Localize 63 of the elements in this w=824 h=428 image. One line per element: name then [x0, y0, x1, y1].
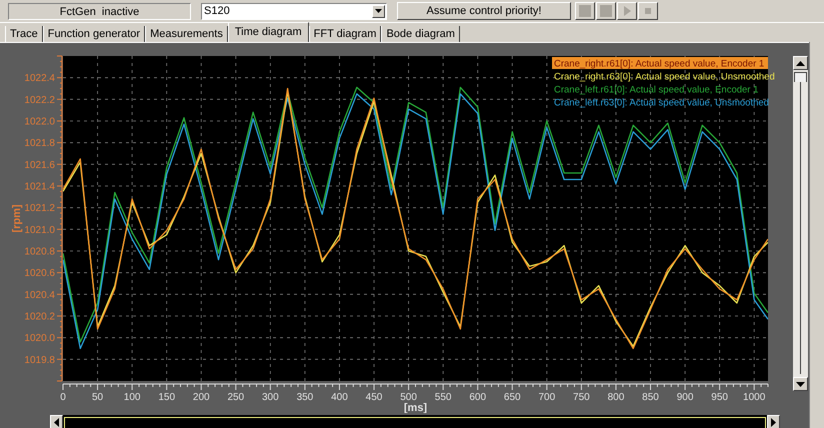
legend-item[interactable]: Crane_left.r63[0]: Actual speed value, Unsmoothed [554, 98, 769, 108]
x-tick-label: 150 [158, 392, 176, 403]
x-tick-label: 750 [573, 392, 590, 403]
tab[interactable]: Function generator [42, 26, 146, 42]
x-tick-label: 350 [296, 392, 314, 403]
square-icon [578, 4, 592, 18]
square-icon [599, 4, 613, 18]
tab[interactable]: FFT diagram [308, 26, 382, 42]
x-axis-label: [ms] [404, 402, 428, 413]
down-arrow-icon [796, 382, 805, 386]
horizontal-scrollbar[interactable] [50, 415, 780, 428]
y-tick-label: 1020.4 [24, 290, 55, 301]
y-tick-label: 1021.2 [24, 203, 55, 214]
x-tick-label: 1000 [743, 392, 766, 403]
x-tick-label: 600 [469, 392, 486, 403]
y-tick-label: 1021.8 [24, 138, 55, 150]
legend-item[interactable]: Crane_right.r61[0]: Actual speed value, Encoder 1 [552, 57, 768, 70]
y-tick-label: 1020.6 [24, 268, 55, 280]
x-tick-label: 400 [331, 392, 348, 403]
y-tick-label: 1021.6 [24, 160, 55, 171]
x-tick-label: 0 [60, 392, 66, 403]
y-tick-label: 1022.4 [24, 73, 55, 84]
y-tick-label: 1020.0 [24, 333, 55, 344]
y-tick-label: 1022.0 [24, 116, 55, 128]
x-tick-label: 550 [434, 392, 452, 403]
y-axis-label: [rpm] [11, 204, 23, 233]
x-tick-label: 200 [192, 392, 210, 403]
x-tick-label: 650 [504, 392, 521, 403]
left-arrow-icon [54, 418, 59, 426]
y-tick-label: 1021.0 [24, 224, 55, 236]
scroll-thumb[interactable] [794, 72, 807, 82]
y-tick-label: 1022.2 [24, 94, 55, 106]
tab[interactable]: Trace [5, 26, 43, 42]
vertical-scrollbar[interactable] [793, 56, 808, 391]
y-tick-label: 1019.8 [24, 354, 55, 366]
x-tick-label: 900 [676, 392, 694, 403]
x-tick-label: 850 [642, 392, 659, 403]
status-field: FctGen inactive [8, 2, 191, 20]
x-tick-label: 100 [124, 392, 140, 403]
legend-item[interactable]: Crane_left.r61[0]: Actual speed value, Encoder 1 [554, 84, 758, 96]
scroll-left-button[interactable] [50, 415, 63, 428]
scroll-down-button[interactable] [793, 377, 808, 391]
device-dropdown[interactable]: S120 [201, 2, 387, 20]
right-arrow-icon [771, 418, 776, 426]
scroll-right-button[interactable] [767, 415, 780, 428]
tab[interactable]: Bode diagram [381, 26, 460, 42]
y-tick-label: 1020.2 [24, 312, 55, 322]
assume-priority-button[interactable]: Assume control priority! [397, 2, 571, 20]
x-tick-label: 300 [262, 392, 279, 403]
x-tick-label: 800 [608, 392, 624, 403]
y-tick-label: 1021.4 [24, 182, 55, 192]
x-tick-label: 500 [400, 392, 417, 403]
x-tick-label: 50 [92, 392, 104, 403]
x-tick-label: 250 [227, 392, 244, 403]
y-tick-label: 1020.8 [24, 246, 55, 258]
tab[interactable]: Time diagram [228, 22, 309, 42]
range-selector[interactable] [64, 417, 766, 428]
x-tick-label: 950 [711, 392, 728, 403]
up-arrow-icon [796, 60, 805, 66]
scroll-up-button[interactable] [793, 56, 808, 70]
x-tick-label: 700 [538, 392, 556, 403]
x-tick-label: 450 [366, 392, 382, 403]
legend-item[interactable]: Crane_right.r63[0]: Actual speed value, Unsmoothed [554, 72, 775, 82]
